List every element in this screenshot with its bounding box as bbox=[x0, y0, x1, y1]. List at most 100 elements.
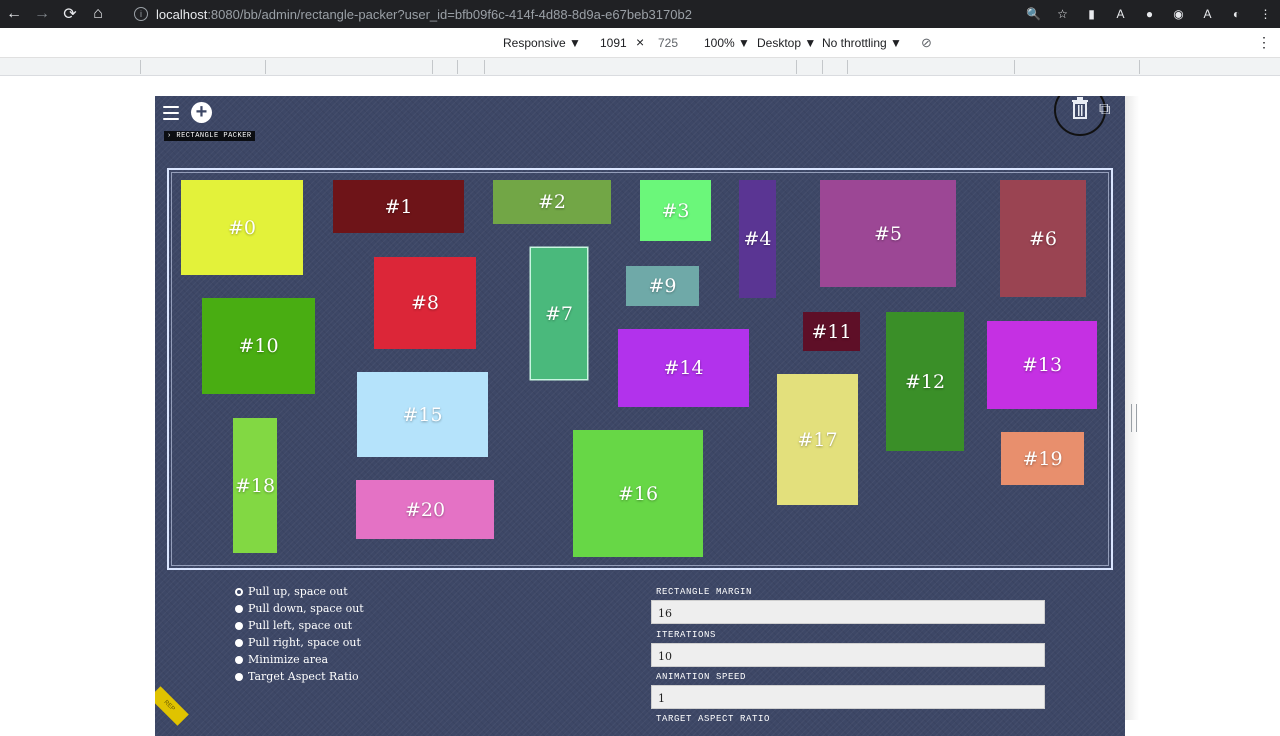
ublock-icon[interactable]: ● bbox=[1135, 0, 1164, 28]
back-icon[interactable]: ← bbox=[0, 0, 28, 28]
rectangle-label: #11 bbox=[811, 320, 852, 343]
rectangle-label: #6 bbox=[1028, 227, 1057, 250]
rectangle-15[interactable]: #15 bbox=[357, 372, 488, 457]
rectangle-0[interactable]: #0 bbox=[181, 180, 303, 275]
rectangle-label: #20 bbox=[404, 498, 446, 521]
rectangle-4[interactable]: #4 bbox=[739, 180, 776, 298]
option-pull-down[interactable]: Pull down, space out bbox=[235, 600, 364, 617]
rectangle-margin-group: RECTANGLE MARGIN 16 bbox=[651, 586, 1045, 624]
viewport-height-input[interactable]: 725 bbox=[658, 36, 678, 50]
rectangle-label: #4 bbox=[743, 228, 772, 250]
rectangle-margin-input[interactable]: 16 bbox=[651, 600, 1045, 624]
rectangle-label: #12 bbox=[904, 370, 946, 393]
option-label: Minimize area bbox=[248, 653, 329, 666]
browser-toolbar: ← → ⟳ ⌂ i localhost:8080/bb/admin/rectan… bbox=[0, 0, 1280, 28]
option-label: Pull left, space out bbox=[248, 619, 353, 632]
extension-icon[interactable]: ▮ bbox=[1077, 0, 1106, 28]
rectangle-label: #10 bbox=[238, 335, 279, 357]
rectangle-2[interactable]: #2 bbox=[493, 180, 611, 224]
device-select[interactable]: Responsive ▼ bbox=[503, 36, 581, 50]
radio-icon bbox=[235, 604, 243, 613]
rectangle-20[interactable]: #20 bbox=[356, 480, 494, 539]
animation-speed-input[interactable]: 1 bbox=[651, 685, 1045, 709]
iterations-input[interactable]: 10 bbox=[651, 643, 1045, 667]
url-host: localhost bbox=[156, 6, 208, 22]
site-info-icon[interactable]: i bbox=[134, 7, 148, 21]
zoom-icon[interactable]: 🔍 bbox=[1019, 0, 1048, 28]
option-target-aspect-ratio[interactable]: Target Aspect Ratio bbox=[235, 668, 364, 685]
device-mode-select[interactable]: Desktop ▼ bbox=[757, 36, 816, 50]
throttling-select[interactable]: No throttling ▼ bbox=[822, 36, 902, 50]
rectangle-label: #1 bbox=[384, 195, 413, 218]
rectangle-1[interactable]: #1 bbox=[333, 180, 464, 233]
copy-icon[interactable]: ⧉ bbox=[1099, 101, 1117, 121]
rectangle-label: #19 bbox=[1022, 447, 1063, 470]
rectangle-11[interactable]: #11 bbox=[803, 312, 860, 351]
option-pull-up[interactable]: Pull up, space out bbox=[235, 583, 364, 600]
rectangle-label: #13 bbox=[1021, 354, 1063, 376]
rectangle-label: #0 bbox=[227, 216, 256, 239]
field-label: ANIMATION SPEED bbox=[656, 672, 747, 682]
target-aspect-ratio-group: TARGET ASPECT RATIO bbox=[651, 713, 1045, 725]
rectangle-label: #15 bbox=[402, 403, 443, 426]
rectangle-label: #8 bbox=[410, 292, 439, 314]
rectangle-8[interactable]: #8 bbox=[374, 257, 476, 349]
option-pull-right[interactable]: Pull right, space out bbox=[235, 634, 364, 651]
field-label: ITERATIONS bbox=[656, 630, 717, 640]
browser-menu-icon[interactable]: ⋮ bbox=[1251, 0, 1280, 28]
media-query-ruler[interactable] bbox=[0, 58, 1280, 76]
option-label: Pull down, space out bbox=[248, 602, 364, 615]
extension-a-icon[interactable]: A bbox=[1193, 0, 1222, 28]
rectangle-label: #5 bbox=[873, 222, 902, 245]
zoom-select[interactable]: 100% ▼ bbox=[704, 36, 750, 50]
rectangle-17[interactable]: #17 bbox=[777, 374, 858, 505]
rectangle-7[interactable]: #7 bbox=[531, 248, 587, 379]
rectangle-5[interactable]: #5 bbox=[820, 180, 956, 287]
home-icon[interactable]: ⌂ bbox=[84, 0, 112, 28]
radio-icon bbox=[235, 638, 243, 647]
iterations-group: ITERATIONS 10 bbox=[651, 629, 1045, 667]
dimension-separator: × bbox=[636, 34, 645, 50]
rectangle-label: #9 bbox=[648, 275, 677, 297]
app-title: › RECTANGLE PACKER bbox=[164, 131, 255, 141]
device-toolbar: Responsive ▼ 1091 × 725 100% ▼ Desktop ▼… bbox=[0, 28, 1280, 58]
viewport-width-input[interactable]: 1091 bbox=[600, 36, 627, 50]
hamburger-menu-icon[interactable] bbox=[163, 106, 179, 120]
strategy-options: Pull up, space out Pull down, space out … bbox=[235, 583, 364, 685]
rectangle-label: #3 bbox=[661, 199, 690, 222]
reload-icon[interactable]: ⟳ bbox=[56, 0, 84, 28]
rectangle-14[interactable]: #14 bbox=[618, 329, 749, 407]
bookmark-star-icon[interactable]: ☆ bbox=[1048, 0, 1077, 28]
rectangle-10[interactable]: #10 bbox=[202, 298, 315, 394]
angular-icon[interactable]: A bbox=[1106, 0, 1135, 28]
rectangle-label: #7 bbox=[544, 302, 573, 325]
address-bar[interactable]: i localhost:8080/bb/admin/rectangle-pack… bbox=[126, 2, 1036, 26]
trash-icon bbox=[1072, 97, 1088, 119]
option-label: Pull up, space out bbox=[248, 585, 348, 598]
radio-icon bbox=[235, 672, 243, 681]
rectangle-16[interactable]: #16 bbox=[573, 430, 703, 557]
option-minimize-area[interactable]: Minimize area bbox=[235, 651, 364, 668]
rectangle-12[interactable]: #12 bbox=[886, 312, 964, 451]
rectangle-label: #16 bbox=[617, 482, 659, 505]
rotate-icon[interactable]: ⊘ bbox=[921, 35, 932, 51]
rectangle-9[interactable]: #9 bbox=[626, 266, 699, 306]
devtools-more-icon[interactable]: ⋮ bbox=[1257, 34, 1271, 51]
field-label: RECTANGLE MARGIN bbox=[656, 587, 753, 597]
rectangle-18[interactable]: #18 bbox=[233, 418, 277, 553]
forward-icon[interactable]: → bbox=[28, 0, 56, 28]
camera-icon[interactable]: ◉ bbox=[1164, 0, 1193, 28]
extension-icons: 🔍 ☆ ▮ A ● ◉ A ◐ ⋮ bbox=[1019, 0, 1280, 28]
option-pull-left[interactable]: Pull left, space out bbox=[235, 617, 364, 634]
extension-c-icon[interactable]: ◐ bbox=[1222, 0, 1251, 28]
option-label: Target Aspect Ratio bbox=[248, 670, 359, 683]
add-rectangle-icon[interactable]: + bbox=[191, 102, 212, 123]
rectangle-3[interactable]: #3 bbox=[640, 180, 711, 241]
rectangle-label: #18 bbox=[234, 474, 276, 497]
rectangle-13[interactable]: #13 bbox=[987, 321, 1097, 409]
radio-icon bbox=[235, 621, 243, 630]
rectangle-6[interactable]: #6 bbox=[1000, 180, 1086, 297]
rectangle-19[interactable]: #19 bbox=[1001, 432, 1084, 485]
viewport-resize-handle[interactable] bbox=[1131, 404, 1137, 432]
rectangle-label: #2 bbox=[537, 191, 566, 213]
